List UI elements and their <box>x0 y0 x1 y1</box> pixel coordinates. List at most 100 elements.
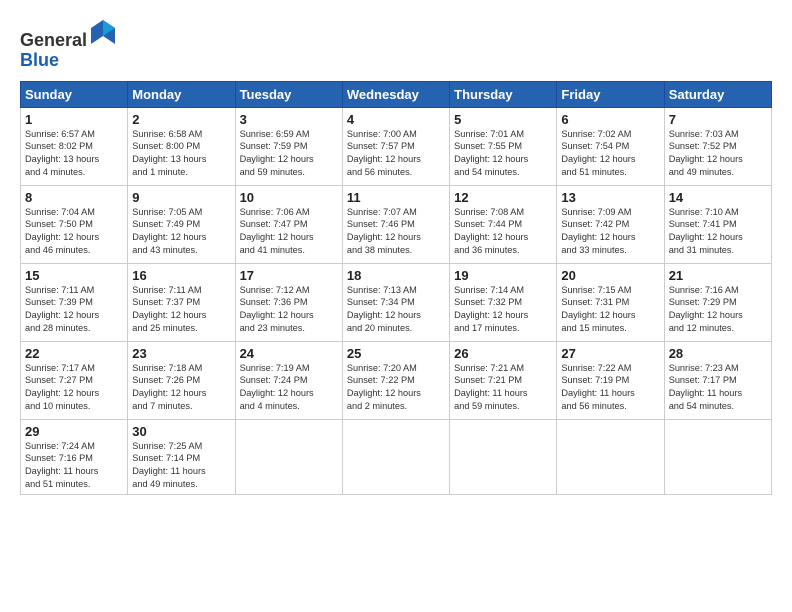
calendar-week-row: 29Sunrise: 7:24 AM Sunset: 7:16 PM Dayli… <box>21 419 772 495</box>
calendar-day-cell: 21Sunrise: 7:16 AM Sunset: 7:29 PM Dayli… <box>664 263 771 341</box>
page-header: General Blue <box>20 18 772 71</box>
day-number: 20 <box>561 268 659 283</box>
calendar-day-cell <box>557 419 664 495</box>
calendar-day-cell: 18Sunrise: 7:13 AM Sunset: 7:34 PM Dayli… <box>342 263 449 341</box>
col-saturday: Saturday <box>664 81 771 107</box>
calendar-day-cell: 16Sunrise: 7:11 AM Sunset: 7:37 PM Dayli… <box>128 263 235 341</box>
day-info: Sunrise: 7:02 AM Sunset: 7:54 PM Dayligh… <box>561 128 659 180</box>
day-number: 25 <box>347 346 445 361</box>
calendar-week-row: 15Sunrise: 7:11 AM Sunset: 7:39 PM Dayli… <box>21 263 772 341</box>
day-number: 28 <box>669 346 767 361</box>
calendar-day-cell <box>450 419 557 495</box>
calendar-day-cell: 6Sunrise: 7:02 AM Sunset: 7:54 PM Daylig… <box>557 107 664 185</box>
day-info: Sunrise: 7:14 AM Sunset: 7:32 PM Dayligh… <box>454 284 552 336</box>
calendar-day-cell: 14Sunrise: 7:10 AM Sunset: 7:41 PM Dayli… <box>664 185 771 263</box>
day-info: Sunrise: 7:11 AM Sunset: 7:37 PM Dayligh… <box>132 284 230 336</box>
calendar-day-cell: 12Sunrise: 7:08 AM Sunset: 7:44 PM Dayli… <box>450 185 557 263</box>
day-info: Sunrise: 6:57 AM Sunset: 8:02 PM Dayligh… <box>25 128 123 180</box>
col-friday: Friday <box>557 81 664 107</box>
calendar-day-cell: 11Sunrise: 7:07 AM Sunset: 7:46 PM Dayli… <box>342 185 449 263</box>
logo-icon <box>89 18 117 46</box>
logo-blue: Blue <box>20 50 59 70</box>
logo: General Blue <box>20 18 117 71</box>
day-info: Sunrise: 7:12 AM Sunset: 7:36 PM Dayligh… <box>240 284 338 336</box>
calendar-day-cell: 10Sunrise: 7:06 AM Sunset: 7:47 PM Dayli… <box>235 185 342 263</box>
day-number: 19 <box>454 268 552 283</box>
day-number: 13 <box>561 190 659 205</box>
day-info: Sunrise: 7:25 AM Sunset: 7:14 PM Dayligh… <box>132 440 230 492</box>
col-sunday: Sunday <box>21 81 128 107</box>
day-info: Sunrise: 7:01 AM Sunset: 7:55 PM Dayligh… <box>454 128 552 180</box>
col-tuesday: Tuesday <box>235 81 342 107</box>
day-number: 22 <box>25 346 123 361</box>
calendar-day-cell: 24Sunrise: 7:19 AM Sunset: 7:24 PM Dayli… <box>235 341 342 419</box>
day-number: 6 <box>561 112 659 127</box>
logo-general: General <box>20 30 87 50</box>
calendar-day-cell: 5Sunrise: 7:01 AM Sunset: 7:55 PM Daylig… <box>450 107 557 185</box>
day-info: Sunrise: 7:17 AM Sunset: 7:27 PM Dayligh… <box>25 362 123 414</box>
calendar-day-cell: 19Sunrise: 7:14 AM Sunset: 7:32 PM Dayli… <box>450 263 557 341</box>
calendar-day-cell: 8Sunrise: 7:04 AM Sunset: 7:50 PM Daylig… <box>21 185 128 263</box>
day-info: Sunrise: 7:10 AM Sunset: 7:41 PM Dayligh… <box>669 206 767 258</box>
calendar-day-cell <box>664 419 771 495</box>
day-number: 11 <box>347 190 445 205</box>
day-info: Sunrise: 7:15 AM Sunset: 7:31 PM Dayligh… <box>561 284 659 336</box>
day-info: Sunrise: 7:23 AM Sunset: 7:17 PM Dayligh… <box>669 362 767 414</box>
day-number: 2 <box>132 112 230 127</box>
day-info: Sunrise: 7:13 AM Sunset: 7:34 PM Dayligh… <box>347 284 445 336</box>
calendar-day-cell: 2Sunrise: 6:58 AM Sunset: 8:00 PM Daylig… <box>128 107 235 185</box>
day-number: 23 <box>132 346 230 361</box>
day-info: Sunrise: 7:20 AM Sunset: 7:22 PM Dayligh… <box>347 362 445 414</box>
day-number: 1 <box>25 112 123 127</box>
day-number: 5 <box>454 112 552 127</box>
calendar-day-cell: 23Sunrise: 7:18 AM Sunset: 7:26 PM Dayli… <box>128 341 235 419</box>
day-number: 24 <box>240 346 338 361</box>
day-number: 9 <box>132 190 230 205</box>
day-number: 15 <box>25 268 123 283</box>
calendar-table: Sunday Monday Tuesday Wednesday Thursday… <box>20 81 772 496</box>
day-number: 7 <box>669 112 767 127</box>
day-number: 29 <box>25 424 123 439</box>
calendar-day-cell: 15Sunrise: 7:11 AM Sunset: 7:39 PM Dayli… <box>21 263 128 341</box>
calendar-day-cell: 25Sunrise: 7:20 AM Sunset: 7:22 PM Dayli… <box>342 341 449 419</box>
calendar-day-cell: 7Sunrise: 7:03 AM Sunset: 7:52 PM Daylig… <box>664 107 771 185</box>
day-info: Sunrise: 7:06 AM Sunset: 7:47 PM Dayligh… <box>240 206 338 258</box>
day-info: Sunrise: 7:05 AM Sunset: 7:49 PM Dayligh… <box>132 206 230 258</box>
calendar-day-cell: 29Sunrise: 7:24 AM Sunset: 7:16 PM Dayli… <box>21 419 128 495</box>
calendar-day-cell: 22Sunrise: 7:17 AM Sunset: 7:27 PM Dayli… <box>21 341 128 419</box>
calendar-day-cell: 9Sunrise: 7:05 AM Sunset: 7:49 PM Daylig… <box>128 185 235 263</box>
calendar-day-cell: 13Sunrise: 7:09 AM Sunset: 7:42 PM Dayli… <box>557 185 664 263</box>
day-info: Sunrise: 7:18 AM Sunset: 7:26 PM Dayligh… <box>132 362 230 414</box>
calendar-day-cell <box>342 419 449 495</box>
day-info: Sunrise: 7:22 AM Sunset: 7:19 PM Dayligh… <box>561 362 659 414</box>
calendar-day-cell: 1Sunrise: 6:57 AM Sunset: 8:02 PM Daylig… <box>21 107 128 185</box>
calendar-day-cell: 17Sunrise: 7:12 AM Sunset: 7:36 PM Dayli… <box>235 263 342 341</box>
day-info: Sunrise: 7:07 AM Sunset: 7:46 PM Dayligh… <box>347 206 445 258</box>
day-info: Sunrise: 7:21 AM Sunset: 7:21 PM Dayligh… <box>454 362 552 414</box>
day-number: 12 <box>454 190 552 205</box>
day-info: Sunrise: 6:58 AM Sunset: 8:00 PM Dayligh… <box>132 128 230 180</box>
day-number: 10 <box>240 190 338 205</box>
day-number: 26 <box>454 346 552 361</box>
day-info: Sunrise: 7:16 AM Sunset: 7:29 PM Dayligh… <box>669 284 767 336</box>
day-number: 30 <box>132 424 230 439</box>
day-info: Sunrise: 7:04 AM Sunset: 7:50 PM Dayligh… <box>25 206 123 258</box>
day-number: 3 <box>240 112 338 127</box>
col-wednesday: Wednesday <box>342 81 449 107</box>
day-info: Sunrise: 7:09 AM Sunset: 7:42 PM Dayligh… <box>561 206 659 258</box>
day-info: Sunrise: 6:59 AM Sunset: 7:59 PM Dayligh… <box>240 128 338 180</box>
day-number: 17 <box>240 268 338 283</box>
day-number: 8 <box>25 190 123 205</box>
calendar-day-cell: 3Sunrise: 6:59 AM Sunset: 7:59 PM Daylig… <box>235 107 342 185</box>
calendar-day-cell: 28Sunrise: 7:23 AM Sunset: 7:17 PM Dayli… <box>664 341 771 419</box>
calendar-day-cell: 4Sunrise: 7:00 AM Sunset: 7:57 PM Daylig… <box>342 107 449 185</box>
calendar-day-cell: 20Sunrise: 7:15 AM Sunset: 7:31 PM Dayli… <box>557 263 664 341</box>
calendar-page: General Blue Sunday Monday Tuesday Wedne… <box>0 0 792 612</box>
col-monday: Monday <box>128 81 235 107</box>
calendar-day-cell: 26Sunrise: 7:21 AM Sunset: 7:21 PM Dayli… <box>450 341 557 419</box>
day-number: 21 <box>669 268 767 283</box>
calendar-week-row: 22Sunrise: 7:17 AM Sunset: 7:27 PM Dayli… <box>21 341 772 419</box>
day-number: 27 <box>561 346 659 361</box>
day-info: Sunrise: 7:11 AM Sunset: 7:39 PM Dayligh… <box>25 284 123 336</box>
calendar-week-row: 1Sunrise: 6:57 AM Sunset: 8:02 PM Daylig… <box>21 107 772 185</box>
